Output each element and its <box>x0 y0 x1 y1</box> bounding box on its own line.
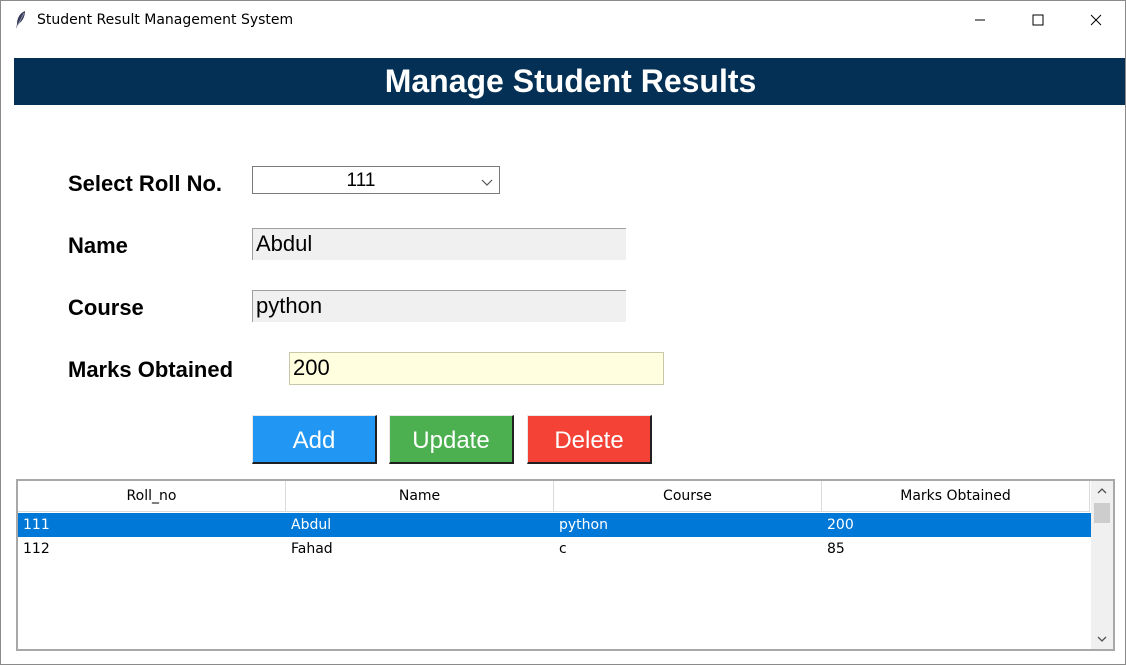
cell-name: Abdul <box>291 517 332 533</box>
feather-icon <box>13 10 29 30</box>
marks-field[interactable]: 200 <box>289 352 664 385</box>
roll-select[interactable]: 111 <box>252 166 500 194</box>
table-header: Roll_no Name Course Marks Obtained <box>18 481 1091 513</box>
vertical-scrollbar[interactable] <box>1091 481 1113 649</box>
table-row[interactable]: 112 Fahad c 85 <box>18 537 1091 561</box>
maximize-icon <box>1032 14 1044 26</box>
name-label: Name <box>68 233 128 258</box>
maximize-button[interactable] <box>1009 1 1067 39</box>
table-body: 111 Abdul python 200 112 Fahad c 85 <box>18 513 1091 561</box>
minimize-button[interactable] <box>951 1 1009 39</box>
marks-label: Marks Obtained <box>68 357 234 382</box>
title-bar[interactable]: Student Result Management System <box>1 1 1125 39</box>
chevron-down-icon[interactable] <box>481 175 493 186</box>
course-label: Course <box>68 295 144 320</box>
table-row[interactable]: 111 Abdul python 200 <box>18 513 1091 537</box>
column-header-name[interactable]: Name <box>286 481 554 512</box>
scroll-up-icon[interactable] <box>1091 481 1113 501</box>
add-button[interactable]: Add <box>252 415 377 464</box>
column-header-course[interactable]: Course <box>554 481 822 512</box>
close-button[interactable] <box>1067 1 1125 39</box>
roll-select-value: 111 <box>346 170 376 191</box>
cell-course: c <box>559 541 567 557</box>
roll-label: Select Roll No. <box>68 171 223 196</box>
update-button[interactable]: Update <box>389 415 514 464</box>
cell-name: Fahad <box>291 541 333 557</box>
minimize-icon <box>975 19 985 21</box>
app-window: Student Result Management System Manage … <box>0 0 1126 665</box>
results-table: Roll_no Name Course Marks Obtained 111 A… <box>16 479 1115 651</box>
column-header-marks[interactable]: Marks Obtained <box>822 481 1090 512</box>
close-icon <box>1090 14 1102 26</box>
cell-roll: 111 <box>23 517 50 533</box>
page-title: Manage Student Results <box>14 58 1125 105</box>
cell-marks: 85 <box>827 541 845 557</box>
window-title: Student Result Management System <box>37 12 294 28</box>
cell-course: python <box>559 517 608 533</box>
course-field[interactable]: python <box>252 290 626 322</box>
name-field[interactable]: Abdul <box>252 228 626 260</box>
cell-marks: 200 <box>827 517 854 533</box>
cell-roll: 112 <box>23 541 50 557</box>
scroll-thumb[interactable] <box>1094 503 1110 523</box>
column-header-roll[interactable]: Roll_no <box>18 481 286 512</box>
delete-button[interactable]: Delete <box>527 415 652 464</box>
scroll-down-icon[interactable] <box>1091 629 1113 649</box>
